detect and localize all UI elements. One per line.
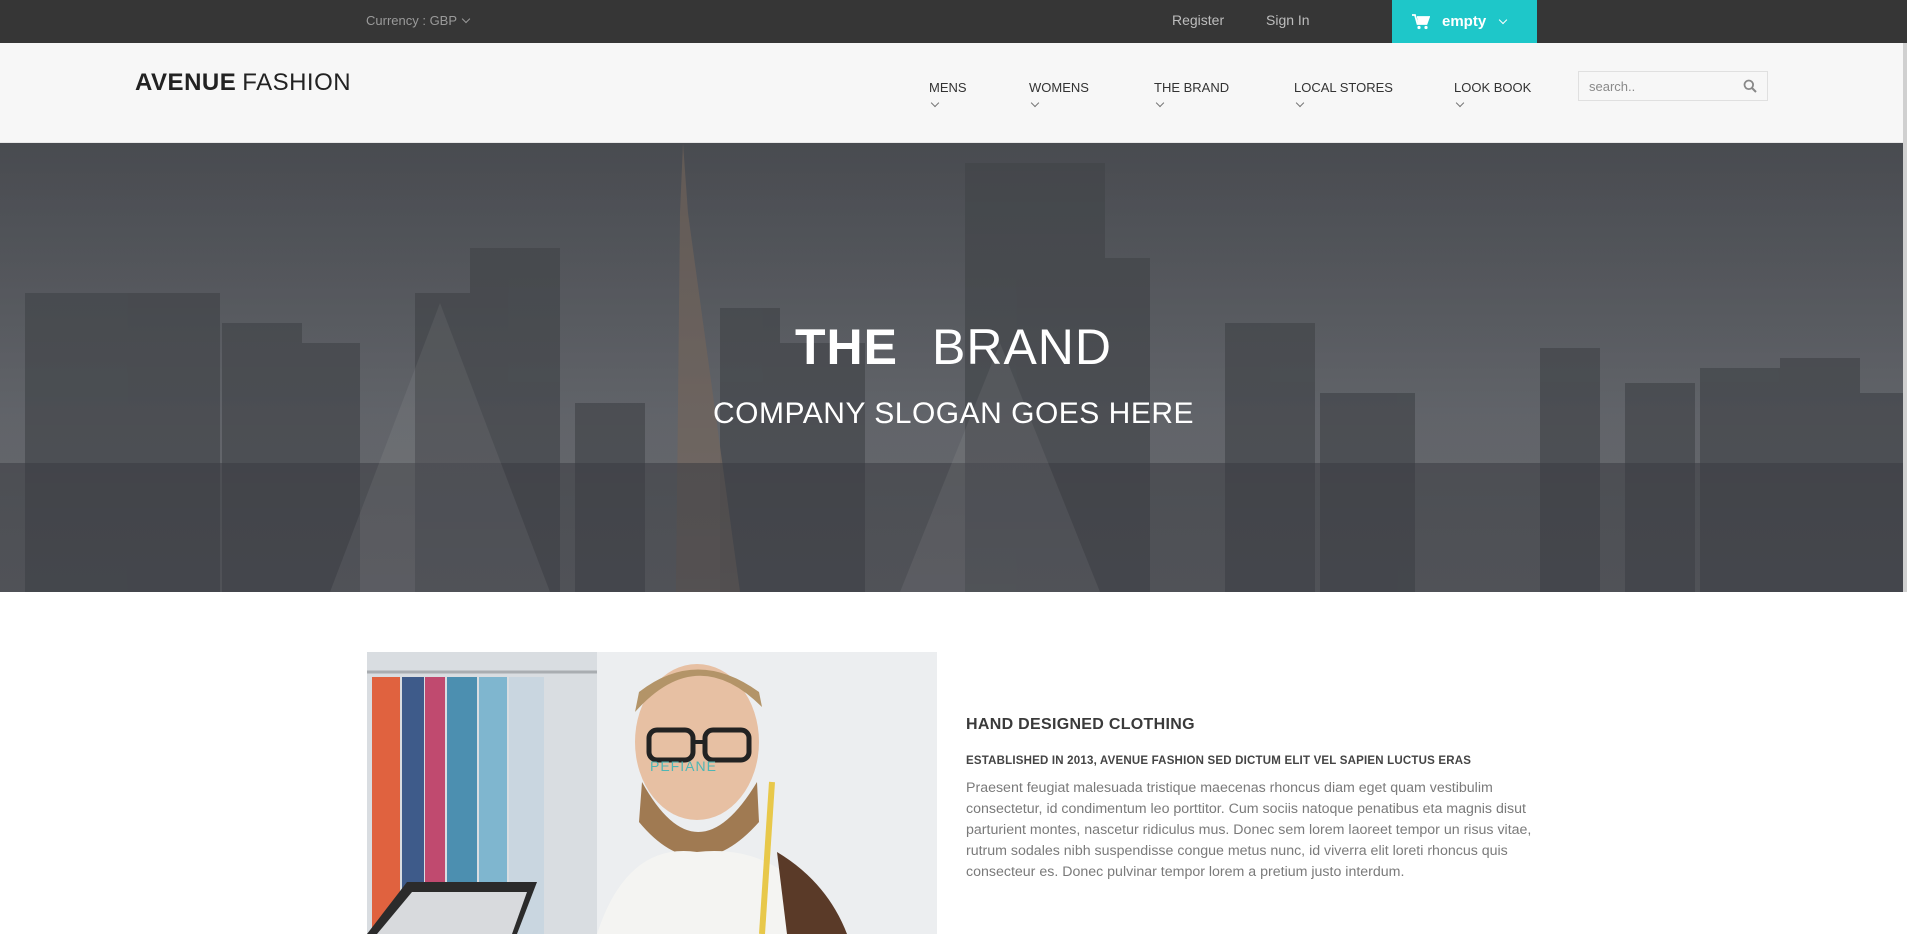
cart-label: empty: [1442, 13, 1487, 30]
chevron-down-icon: [1498, 15, 1508, 24]
nav-item-look-book[interactable]: LOOK BOOK: [1454, 80, 1532, 108]
nav-label: MENS: [929, 80, 967, 95]
chevron-down-icon: [1455, 98, 1465, 108]
logo-light-text: FASHION: [242, 69, 352, 96]
cart-button[interactable]: empty: [1392, 0, 1537, 43]
section-heading: HAND DESIGNED CLOTHING: [966, 716, 1195, 733]
nav-label: WOMENS: [1029, 80, 1089, 95]
designer-photo-illustration: [367, 652, 937, 934]
search-box: [1578, 71, 1768, 101]
hero-title-bold: THE: [794, 319, 898, 375]
chevron-down-icon: [1155, 98, 1165, 108]
nav-label: THE BRAND: [1154, 80, 1230, 95]
logo-bold-text: AVENUE: [135, 69, 237, 96]
photo-watermark-text: PEFIANE: [650, 758, 717, 774]
chevron-down-icon: [930, 98, 940, 108]
nav-item-womens[interactable]: WOMENS: [1029, 80, 1089, 108]
main-header: AVENUE FASHION MENS WOMENS THE BRAND LOCA…: [0, 43, 1907, 143]
nav-item-the-brand[interactable]: THE BRAND: [1154, 80, 1230, 108]
chevron-down-icon: [1030, 98, 1040, 108]
hero-title-light: BRAND: [931, 319, 1113, 375]
chevron-down-icon: [1295, 98, 1305, 108]
section-subheading: ESTABLISHED IN 2013, AVENUE FASHION SED …: [966, 755, 1472, 767]
scrollbar[interactable]: [1903, 43, 1907, 592]
search-input[interactable]: [1579, 72, 1739, 100]
sign-in-link[interactable]: Sign In: [1266, 12, 1310, 28]
hero-banner: THE BRAND COMPANY SLOGAN GOES HERE: [0, 143, 1907, 592]
nav-label: LOOK BOOK: [1454, 80, 1532, 95]
currency-label: Currency : GBP: [366, 13, 458, 28]
cart-icon: [1412, 13, 1430, 29]
nav-item-local-stores[interactable]: LOCAL STORES: [1294, 80, 1393, 108]
designer-photo: PEFIANE: [367, 652, 937, 934]
register-link[interactable]: Register: [1172, 12, 1224, 28]
hero-title: THE BRAND: [0, 318, 1907, 376]
hero-slogan: COMPANY SLOGAN GOES HERE: [713, 397, 1194, 430]
section-paragraph: Praesent feugiat malesuada tristique mae…: [966, 780, 1532, 880]
chevron-down-icon: [461, 14, 471, 23]
search-icon[interactable]: [1743, 79, 1757, 93]
top-bar: Currency : GBP Register Sign In empty: [0, 0, 1907, 43]
nav-label: LOCAL STORES: [1294, 80, 1393, 95]
currency-selector[interactable]: Currency : GBP: [366, 13, 471, 28]
nav-item-mens[interactable]: MENS: [929, 80, 967, 108]
site-logo[interactable]: AVENUE FASHION: [135, 69, 351, 97]
